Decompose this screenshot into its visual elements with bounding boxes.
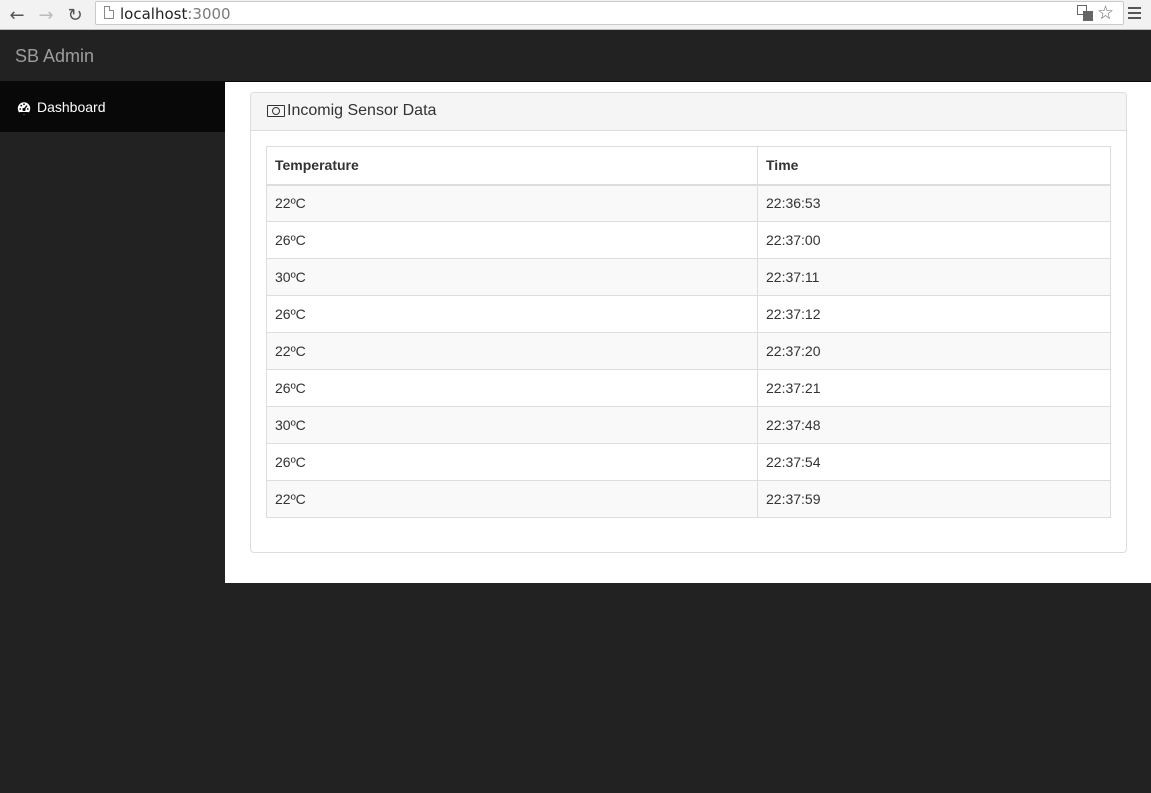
temperature-cell: 30ºC — [266, 258, 758, 296]
translate-icon[interactable] — [1077, 5, 1093, 21]
sensor-data-table: Temperature Time 22ºC 22:36:53 26ºC 22:37:… — [266, 146, 1111, 518]
temperature-cell: 22ºC — [266, 480, 758, 518]
time-cell: 22:37:54 — [757, 443, 1111, 481]
url-port: :3000 — [187, 5, 231, 23]
back-icon[interactable]: ← — [6, 4, 28, 26]
forward-icon[interactable]: → — [35, 4, 57, 26]
page-icon — [104, 6, 114, 19]
temperature-cell: 26ºC — [266, 295, 758, 333]
temperature-cell: 26ºC — [266, 221, 758, 259]
time-cell: 22:37:00 — [757, 221, 1111, 259]
table-header-row: Temperature Time — [266, 146, 1111, 186]
temperature-cell: 30ºC — [266, 406, 758, 444]
url-host: localhost — [120, 5, 188, 23]
time-cell: 22:37:59 — [757, 480, 1111, 518]
browser-menu-icon[interactable] — [1128, 7, 1141, 19]
temperature-cell: 26ºC — [266, 443, 758, 481]
brand-link[interactable]: SB Admin — [15, 46, 94, 67]
browser-toolbar: ← → ↻ localhost:3000 ☆ — [0, 0, 1151, 30]
column-header-temperature: Temperature — [266, 146, 758, 186]
table-row: 30ºC 22:37:48 — [266, 406, 1111, 444]
temperature-cell: 26ºC — [266, 369, 758, 407]
table-row: 22ºC 22:37:59 — [266, 480, 1111, 518]
sidebar-item-dashboard[interactable]: Dashboard — [0, 82, 225, 132]
main-content: Incomig Sensor Data Temperature Time 22º… — [225, 82, 1151, 583]
url-text: localhost:3000 — [120, 5, 231, 23]
time-cell: 22:37:48 — [757, 406, 1111, 444]
time-cell: 22:37:21 — [757, 369, 1111, 407]
reload-icon[interactable]: ↻ — [64, 4, 86, 26]
table-row: 26ºC 22:37:21 — [266, 369, 1111, 407]
dashboard-icon — [17, 102, 31, 115]
panel-title: Incomig Sensor Data — [287, 102, 437, 119]
time-cell: 22:37:20 — [757, 332, 1111, 370]
address-bar[interactable]: localhost:3000 — [95, 1, 1124, 25]
sidebar-item-label: Dashboard — [37, 99, 106, 115]
column-header-time: Time — [757, 146, 1111, 186]
top-navbar: SB Admin — [0, 30, 1151, 82]
time-cell: 22:37:11 — [757, 258, 1111, 296]
table-row: 22ºC 22:36:53 — [266, 184, 1111, 222]
temperature-cell: 22ºC — [266, 184, 758, 222]
table-row: 26ºC 22:37:12 — [266, 295, 1111, 333]
table-row: 26ºC 22:37:00 — [266, 221, 1111, 259]
table-row: 22ºC 22:37:20 — [266, 332, 1111, 370]
time-cell: 22:36:53 — [757, 184, 1111, 222]
panel-heading: Incomig Sensor Data — [251, 93, 1126, 131]
sensor-panel: Incomig Sensor Data Temperature Time 22º… — [250, 92, 1127, 553]
time-cell: 22:37:12 — [757, 295, 1111, 333]
bookmark-star-icon[interactable]: ☆ — [1097, 2, 1114, 24]
table-row: 30ºC 22:37:11 — [266, 258, 1111, 296]
money-icon — [267, 105, 285, 117]
temperature-cell: 22ºC — [266, 332, 758, 370]
table-row: 26ºC 22:37:54 — [266, 443, 1111, 481]
sidebar: Dashboard — [0, 82, 225, 793]
